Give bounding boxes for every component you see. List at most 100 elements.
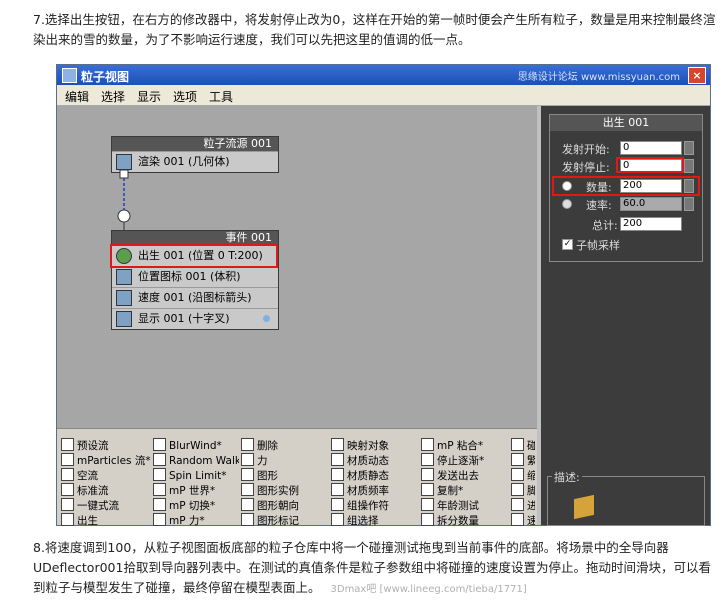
depot-operator-label: 材质静态: [347, 470, 389, 482]
emit-start-spinner[interactable]: [684, 141, 694, 155]
rollout-title[interactable]: 出生 001: [550, 115, 702, 131]
depot-operator[interactable]: mP 粘合*: [421, 438, 509, 453]
depot-operator[interactable]: 图形标记: [241, 513, 329, 528]
operator-icon: [511, 513, 524, 526]
operator-icon: [511, 453, 524, 466]
depot-operator[interactable]: 组操作符: [331, 498, 419, 513]
depot-operator[interactable]: 复制*: [421, 483, 509, 498]
menu-display[interactable]: 显示: [137, 88, 161, 105]
depot-operator-label: 碰: [527, 440, 535, 452]
operator-icon: [511, 483, 524, 496]
depot-operator[interactable]: 发送出去: [421, 468, 509, 483]
subframe-checkbox[interactable]: ✓: [562, 239, 573, 250]
menu-edit[interactable]: 编辑: [65, 88, 89, 105]
depot-operator[interactable]: BlurWind*: [153, 438, 239, 453]
depot-operator-label: 空流: [77, 470, 98, 482]
depot-operator-label: 一键式流: [77, 500, 119, 512]
depot-operator[interactable]: 拆分数量: [421, 513, 509, 528]
operator-icon: [153, 513, 166, 526]
depot-operator[interactable]: 年龄测试: [421, 498, 509, 513]
emit-start-input[interactable]: 0: [620, 141, 682, 155]
rate-input[interactable]: 60.0: [620, 197, 682, 211]
depot-operator-label: 力: [257, 455, 268, 467]
operator-icon: [153, 438, 166, 451]
depot-operator[interactable]: 标准流: [61, 483, 151, 498]
depot-operator[interactable]: 繁: [511, 453, 535, 468]
operator-icon: [331, 453, 344, 466]
depot-operator[interactable]: mP 切换*: [153, 498, 239, 513]
depot-operator[interactable]: 力: [241, 453, 329, 468]
depot-operator[interactable]: 图形: [241, 468, 329, 483]
parameter-panel: 出生 001 发射开始: 0 发射停止: 0 数量: 200 速率: 60.0 …: [541, 106, 710, 526]
depot-operator[interactable]: 删除: [241, 438, 329, 453]
depot-operator-label: 删除: [257, 440, 278, 452]
depot-operator[interactable]: 预设流: [61, 438, 151, 453]
operator-row[interactable]: 显示 001 (十字叉): [112, 308, 278, 329]
source-node[interactable]: 粒子流源 001 渲染 001 (几何体): [111, 136, 279, 173]
operator-icon: [331, 498, 344, 511]
depot-operator-label: 出生: [77, 515, 98, 527]
depot-operator[interactable]: mP 力*: [153, 513, 239, 528]
graph-canvas[interactable]: 粒子流源 001 渲染 001 (几何体) 事件 001 出生 001 (位置 …: [57, 106, 537, 428]
operator-icon: [61, 513, 74, 526]
operator-icon: [61, 468, 74, 481]
operator-icon: [511, 498, 524, 511]
operator-icon: [61, 438, 74, 451]
menu-select[interactable]: 选择: [101, 88, 125, 105]
speed-icon: [116, 290, 132, 306]
depot-operator[interactable]: 进: [511, 498, 535, 513]
depot-operator[interactable]: 材质静态: [331, 468, 419, 483]
menu-options[interactable]: 选项: [173, 88, 197, 105]
depot-operator[interactable]: 材质频率: [331, 483, 419, 498]
depot-operator-label: 缩: [527, 470, 535, 482]
depot-operator[interactable]: 碰: [511, 438, 535, 453]
logo-icon: [574, 494, 594, 520]
depot-operator[interactable]: 缩: [511, 468, 535, 483]
depot-operator[interactable]: 脚: [511, 483, 535, 498]
instruction-bottom: 8.将速度调到100，从粒子视图面板底部的粒子仓库中将一个碰撞测试拖曳到当前事件…: [33, 538, 723, 600]
rate-radio[interactable]: [562, 199, 572, 209]
depot-operator-label: 组操作符: [347, 500, 389, 512]
position-icon: [116, 269, 132, 285]
emit-stop-spinner[interactable]: [684, 159, 694, 173]
depot-operator[interactable]: 组选择: [331, 513, 419, 528]
depot-operator[interactable]: 一键式流: [61, 498, 151, 513]
operator-row[interactable]: 位置图标 001 (体积): [112, 266, 278, 287]
depot-operator[interactable]: 图形朝向: [241, 498, 329, 513]
rate-label: 速率:: [586, 199, 612, 212]
operator-icon: [331, 513, 344, 526]
emit-start-label: 发射开始:: [562, 143, 610, 156]
rate-spinner[interactable]: [684, 197, 694, 211]
depot-operator-label: 脚: [527, 485, 535, 497]
depot-operator[interactable]: 材质动态: [331, 453, 419, 468]
operator-icon: [331, 468, 344, 481]
depot-operator-label: 组选择: [347, 515, 379, 527]
operator-row[interactable]: 速度 001 (沿图标箭头): [112, 287, 278, 308]
depot-operator[interactable]: Spin Limit*: [153, 468, 239, 483]
operator-label: 位置图标 001 (体积): [138, 270, 241, 283]
depot-operator-label: 映射对象: [347, 440, 389, 452]
depot-operator[interactable]: Random Walk*: [153, 453, 239, 468]
display-dot-icon: [263, 315, 270, 322]
depot-operator-label: mP 切换*: [169, 500, 216, 512]
depot-operator[interactable]: mP 世界*: [153, 483, 239, 498]
depot-operator[interactable]: 停止逐渐*: [421, 453, 509, 468]
highlight-birth-row: [110, 244, 278, 268]
title-bar[interactable]: 粒子视图 思缘设计论坛 www.missyuan.com ×: [57, 65, 710, 85]
operator-icon: [153, 498, 166, 511]
depot-operator[interactable]: 出生: [61, 513, 151, 528]
source-node-title: 粒子流源 001: [112, 137, 278, 151]
depot-operator[interactable]: 空流: [61, 468, 151, 483]
operator-icon: [331, 483, 344, 496]
operator-icon: [241, 468, 254, 481]
depot-operator-label: 进: [527, 500, 535, 512]
depot-operator[interactable]: mParticles 流*: [61, 453, 151, 468]
operator-row[interactable]: 渲染 001 (几何体): [112, 151, 278, 172]
app-icon: [62, 68, 77, 83]
close-icon[interactable]: ×: [688, 67, 706, 84]
depot-operator[interactable]: 速: [511, 513, 535, 528]
depot-operator[interactable]: 图形实例: [241, 483, 329, 498]
depot-operator[interactable]: 映射对象: [331, 438, 419, 453]
menu-tools[interactable]: 工具: [209, 88, 233, 105]
display-icon: [116, 311, 132, 327]
